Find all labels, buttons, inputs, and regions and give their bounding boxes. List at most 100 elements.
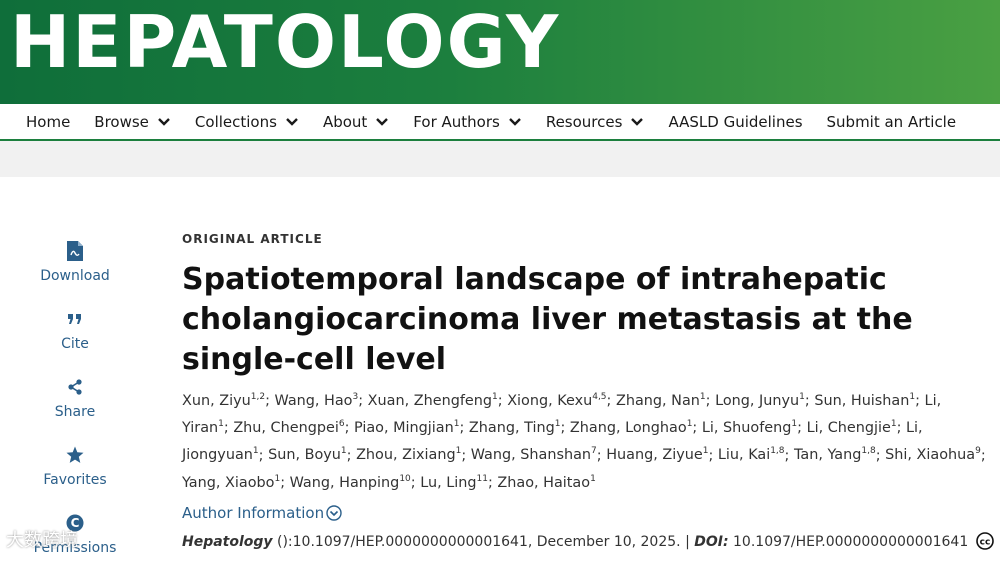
author-name-text: Tan, Yang xyxy=(793,447,862,464)
nav-about-label: About xyxy=(322,112,368,131)
author-name[interactable]: Yang, Xiaobo1 xyxy=(182,473,281,491)
author-name[interactable]: Zhu, Chengpei6 xyxy=(233,419,345,436)
author-name-text: Xuan, Zhengfeng xyxy=(367,392,493,409)
author-name[interactable]: Zhang, Nan1 xyxy=(615,392,706,409)
nav-about[interactable]: About xyxy=(323,113,389,131)
watermark: 大数跨境 xyxy=(6,530,78,551)
author-name-text: Xun, Ziyu xyxy=(182,392,251,409)
download-button[interactable]: Download xyxy=(20,240,130,308)
author-name-text: Zhang, Ting xyxy=(468,420,555,437)
author-name[interactable]: Wang, Hanping10 xyxy=(289,473,411,491)
chevron-circle-down-icon xyxy=(326,505,342,521)
author-affiliation: 1 xyxy=(455,446,462,457)
chevron-down-icon xyxy=(286,117,298,126)
nav-resources[interactable]: Resources xyxy=(546,113,645,131)
author-name[interactable]: Zhang, Longhao1 xyxy=(570,419,693,436)
author-name[interactable]: Xiong, Kexu4,5 xyxy=(507,392,606,409)
nav-collections[interactable]: Collections xyxy=(195,113,299,131)
author-affiliation: 1 xyxy=(890,419,897,430)
author-name-text: Zhang, Nan xyxy=(615,392,700,409)
favorites-label: Favorites xyxy=(43,472,107,488)
author-name-text: Wang, Hanping xyxy=(289,474,400,491)
author-affiliation: 1,8 xyxy=(770,446,785,457)
author-affiliation: 1 xyxy=(274,473,281,484)
author-name[interactable]: Sun, Huishan1 xyxy=(814,392,916,409)
nav-home-label: Home xyxy=(26,112,71,131)
article-header: ORIGINAL ARTICLE Spatiotemporal landscap… xyxy=(182,232,987,522)
author-name-text: Xiong, Kexu xyxy=(507,392,593,409)
share-button[interactable]: Share xyxy=(20,376,130,444)
chevron-down-icon xyxy=(631,117,644,126)
author-name[interactable]: Long, Junyu1 xyxy=(715,392,805,409)
author-affiliation: 1 xyxy=(554,419,561,430)
author-name[interactable]: Xuan, Zhengfeng1 xyxy=(367,392,498,409)
author-name[interactable]: Wang, Hao3 xyxy=(274,392,359,409)
author-name-text: Piao, Mingjian xyxy=(354,420,454,437)
author-affiliation: 1 xyxy=(909,392,916,402)
author-name[interactable]: Piao, Mingjian1 xyxy=(354,419,460,437)
author-affiliation: 1 xyxy=(218,419,224,430)
author-affiliation: 1,8 xyxy=(861,446,876,457)
author-name[interactable]: Sun, Boyu1 xyxy=(268,447,347,464)
author-name-text: Zhou, Zixiang xyxy=(356,447,456,464)
nav-browse[interactable]: Browse xyxy=(94,113,171,131)
pdf-icon xyxy=(65,240,85,262)
nav-collections-label: Collections xyxy=(194,112,277,131)
nav-browse-label: Browse xyxy=(94,112,149,131)
nav-resources-label: Resources xyxy=(545,112,623,131)
author-name[interactable]: Xun, Ziyu1,2 xyxy=(182,392,265,409)
author-affiliation: 1 xyxy=(453,419,460,430)
download-label: Download xyxy=(40,268,110,284)
main-nav: Home Browse Collections About For Author… xyxy=(0,104,1000,141)
author-name[interactable]: Wang, Shanshan7 xyxy=(470,447,597,464)
nav-submit-article-label: Submit an Article xyxy=(826,112,957,131)
svg-text:cc: cc xyxy=(979,538,990,548)
nav-submit-article[interactable]: Submit an Article xyxy=(827,113,957,131)
journal-name: Hepatology xyxy=(182,534,273,550)
journal-logo[interactable]: HEPATOLOGY xyxy=(10,2,560,82)
author-information-label: Author Information xyxy=(182,504,325,523)
nav-home[interactable]: Home xyxy=(26,113,70,131)
nav-for-authors-label: For Authors xyxy=(413,112,500,131)
author-affiliation: 1 xyxy=(252,446,259,457)
cite-button[interactable]: Cite xyxy=(20,308,130,376)
chevron-down-icon xyxy=(376,117,389,126)
author-name-text: Liu, Kai xyxy=(717,447,771,464)
author-name[interactable]: Zhao, Haitao1 xyxy=(497,474,595,491)
author-name-text: Wang, Shanshan xyxy=(470,447,592,464)
citation-separator: | xyxy=(685,534,690,550)
creative-commons-icon[interactable]: cc xyxy=(975,532,994,550)
author-name[interactable]: Shi, Xiaohua9 xyxy=(885,446,981,464)
author-name[interactable]: Li, Shuofeng1 xyxy=(702,419,798,436)
nav-aasld-guidelines-label: AASLD Guidelines xyxy=(668,112,803,131)
author-affiliation: 1 xyxy=(791,419,798,430)
share-label: Share xyxy=(54,404,96,420)
nav-for-authors[interactable]: For Authors xyxy=(413,113,522,131)
author-name[interactable]: Zhang, Ting1 xyxy=(468,419,561,437)
author-name[interactable]: Zhou, Zixiang1 xyxy=(356,446,462,464)
share-icon xyxy=(65,376,85,398)
author-affiliation: 9 xyxy=(975,446,981,457)
nav-aasld-guidelines[interactable]: AASLD Guidelines xyxy=(668,113,802,131)
author-name[interactable]: Lu, Ling11 xyxy=(420,474,488,491)
author-name[interactable]: Tan, Yang1,8 xyxy=(793,446,876,464)
author-affiliation: 1 xyxy=(699,392,706,402)
chevron-down-icon xyxy=(508,117,521,126)
favorites-button[interactable]: Favorites xyxy=(20,444,130,512)
star-icon xyxy=(65,444,85,466)
journal-banner: HEPATOLOGY xyxy=(0,0,1000,104)
author-name[interactable]: Li, Chengjie1 xyxy=(807,419,897,436)
author-affiliation: 10 xyxy=(399,473,411,484)
author-name[interactable]: Liu, Kai1,8 xyxy=(717,446,785,464)
doi-label: DOI: xyxy=(694,534,729,550)
author-information-toggle[interactable]: Author Information xyxy=(182,504,987,522)
article-type: ORIGINAL ARTICLE xyxy=(182,232,323,246)
doi-value[interactable]: 10.1097/HEP.0000000000001641 xyxy=(729,534,968,550)
quote-icon xyxy=(65,308,85,330)
author-name-text: Zhao, Haitao xyxy=(497,474,591,491)
cite-label: Cite xyxy=(61,336,89,352)
author-name[interactable]: Huang, Ziyue1 xyxy=(606,446,709,464)
author-affiliation: 6 xyxy=(338,419,345,430)
author-affiliation: 1 xyxy=(702,446,709,457)
author-name-text: Wang, Hao xyxy=(274,392,353,409)
